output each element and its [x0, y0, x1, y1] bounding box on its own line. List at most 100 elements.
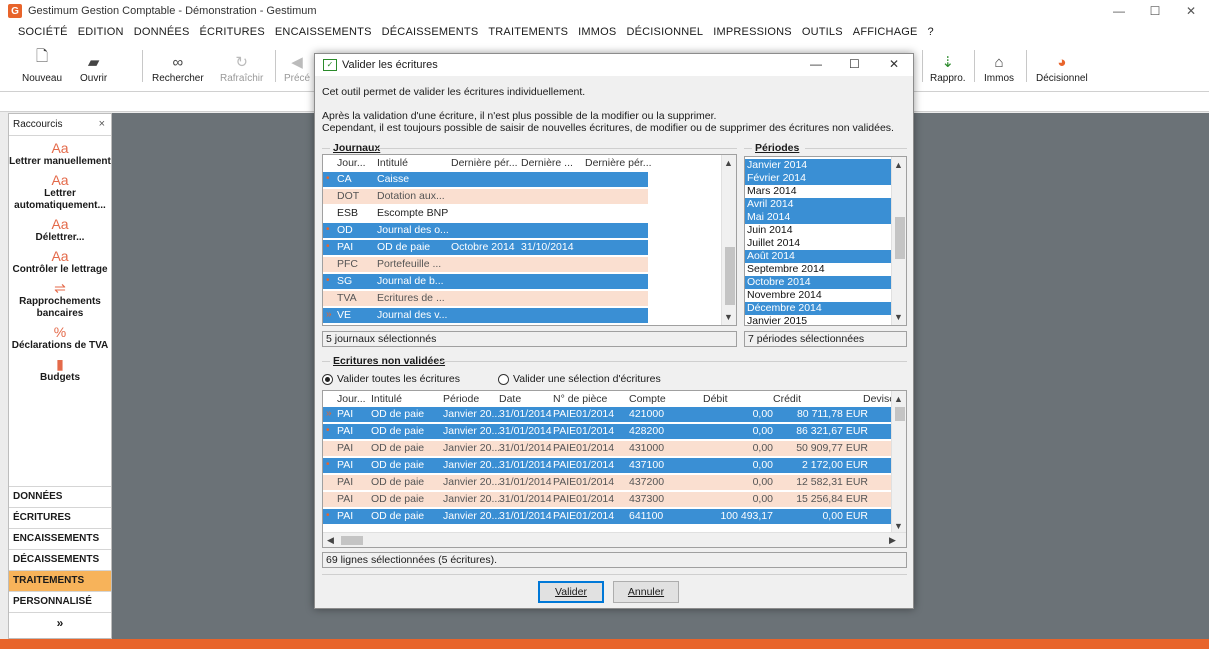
periode-item[interactable]: Septembre 2014	[745, 263, 892, 276]
column-header[interactable]: Période	[443, 393, 479, 405]
menu-item-10[interactable]: OUTILS	[802, 26, 843, 38]
column-header[interactable]: Crédit	[773, 393, 801, 405]
menu-item-3[interactable]: ÉCRITURES	[200, 26, 265, 38]
shortcut-item[interactable]: % Déclarations de TVA	[9, 325, 111, 352]
ecritures-hscrollbar[interactable]: ◀ ▶	[323, 532, 906, 547]
close-icon[interactable]: ×	[99, 118, 105, 130]
menu-item-11[interactable]: AFFICHAGE	[853, 26, 918, 38]
periode-item[interactable]: Avril 2014	[745, 198, 892, 211]
menu-item-7[interactable]: IMMOS	[578, 26, 616, 38]
shortcut-item[interactable]: Aa Lettrer automatiquement...	[9, 173, 111, 212]
dialog-close-button[interactable]: ✕	[889, 57, 899, 71]
journaux-scrollbar[interactable]: ▲ ▼	[721, 155, 736, 325]
menu-item-8[interactable]: DÉCISIONNEL	[626, 26, 703, 38]
close-button[interactable]: ✕	[1173, 2, 1209, 20]
journal-row[interactable]: • OD Journal des o...	[323, 223, 648, 238]
scroll-up-icon[interactable]: ▲	[894, 160, 903, 170]
minimize-button[interactable]: —	[1101, 2, 1137, 20]
table-row[interactable]: » PAI OD de paie Janvier 20... 31/01/2014 PAI…	[323, 407, 893, 422]
periode-item[interactable]: Novembre 2014	[745, 289, 892, 302]
journal-row[interactable]: • PAI OD de paie Octobre 2014 31/10/2014	[323, 240, 648, 255]
menu-item-2[interactable]: DONNÉES	[134, 26, 190, 38]
menu-item-6[interactable]: TRAITEMENTS	[488, 26, 568, 38]
column-header[interactable]: Intitulé	[371, 393, 402, 405]
column-header[interactable]: Dernière ...	[521, 157, 573, 169]
rafraichir-button[interactable]: ↻ Rafraîchir	[220, 46, 263, 88]
journal-row[interactable]: DOT Dotation aux...	[323, 189, 648, 204]
table-row[interactable]: PAI OD de paie Janvier 20... 31/01/2014 PAIE…	[323, 475, 893, 490]
nav-item[interactable]: DÉCAISSEMENTS	[9, 549, 111, 570]
periode-item[interactable]: Janvier 2014	[745, 159, 892, 172]
precedent-button[interactable]: ◀ Précé	[284, 46, 310, 88]
periode-item[interactable]: Décembre 2014	[745, 302, 892, 315]
menu-item-4[interactable]: ENCAISSEMENTS	[275, 26, 372, 38]
column-header[interactable]: N° de pièce	[553, 393, 607, 405]
table-row[interactable]: • PAI OD de paie Janvier 20... 31/01/2014 PAI…	[323, 509, 893, 524]
periode-item[interactable]: Octobre 2014	[745, 276, 892, 289]
periode-item[interactable]: Août 2014	[745, 250, 892, 263]
maximize-button[interactable]: ☐	[1137, 2, 1173, 20]
radio-valider-selection[interactable]: Valider une sélection d'écritures	[498, 373, 661, 385]
menu-item-5[interactable]: DÉCAISSEMENTS	[382, 26, 479, 38]
scroll-down-icon[interactable]: ▼	[894, 521, 903, 531]
table-row[interactable]: • PAI OD de paie Janvier 20... 31/01/2014 PAI…	[323, 424, 893, 439]
scroll-left-icon[interactable]: ◀	[327, 535, 334, 546]
scroll-thumb[interactable]	[895, 217, 905, 259]
column-header[interactable]: Intitulé	[377, 157, 408, 169]
ecritures-table[interactable]: Jour... Intitulé Période Date N° de pièce Com…	[322, 390, 907, 548]
column-header[interactable]: Jour...	[337, 393, 366, 405]
shortcut-item[interactable]: ⇌ Rapprochements bancaires	[9, 281, 111, 320]
menu-item-9[interactable]: IMPRESSIONS	[713, 26, 792, 38]
periode-item[interactable]: Juillet 2014	[745, 237, 892, 250]
scroll-down-icon[interactable]: ▼	[724, 312, 733, 322]
column-header[interactable]: Jour...	[337, 157, 366, 169]
scroll-up-icon[interactable]: ▲	[894, 394, 903, 404]
nav-item[interactable]: ENCAISSEMENTS	[9, 528, 111, 549]
journal-row[interactable]: TVA Ecritures de ...	[323, 291, 648, 306]
periodes-list[interactable]: Janvier 2014 Février 2014 Mars 2014 Avril 2…	[744, 156, 907, 326]
column-header[interactable]: Date	[499, 393, 521, 405]
rechercher-button[interactable]: ∞ Rechercher	[152, 46, 204, 88]
more-chevron-icon[interactable]: »	[9, 612, 111, 633]
scroll-up-icon[interactable]: ▲	[724, 158, 733, 168]
periode-item[interactable]: Mars 2014	[745, 185, 892, 198]
rappro-button[interactable]: ⇣ Rappro.	[930, 46, 966, 88]
journal-row[interactable]: PFC Portefeuille ...	[323, 257, 648, 272]
table-row[interactable]: PAI OD de paie Janvier 20... 31/01/2014 PAIE…	[323, 441, 893, 456]
ecritures-vscrollbar[interactable]: ▲ ▼	[891, 391, 906, 534]
journal-row[interactable]: ESB Escompte BNP	[323, 206, 648, 221]
table-row[interactable]: • PAI OD de paie Janvier 20... 31/01/2014 PAI…	[323, 458, 893, 473]
menu-item-12[interactable]: ?	[928, 26, 934, 38]
periode-item[interactable]: Mai 2014	[745, 211, 892, 224]
column-header[interactable]: Débit	[703, 393, 728, 405]
nav-item[interactable]: PERSONNALISÉ	[9, 591, 111, 612]
scroll-thumb[interactable]	[895, 407, 905, 421]
shortcut-item[interactable]: Aa Lettrer manuellement	[9, 141, 111, 168]
periode-item[interactable]: Juin 2014	[745, 224, 892, 237]
ouvrir-button[interactable]: ▰ Ouvrir	[80, 46, 107, 88]
shortcut-item[interactable]: Aa Délettrer...	[9, 217, 111, 244]
column-header[interactable]: Dernière pér...	[451, 157, 518, 169]
column-header[interactable]: Compte	[629, 393, 666, 405]
nouveau-button[interactable]: 🗋 Nouveau	[22, 46, 62, 88]
scroll-down-icon[interactable]: ▼	[894, 312, 903, 322]
shortcut-item[interactable]: Aa Contrôler le lettrage	[9, 249, 111, 276]
valider-button[interactable]: Valider	[538, 581, 604, 603]
immos-button[interactable]: ⌂ Immos	[984, 46, 1014, 88]
dialog-maximize-button[interactable]: ☐	[849, 57, 860, 71]
scroll-right-icon[interactable]: ▶	[889, 535, 896, 546]
decisionnel-button[interactable]: ◕ Décisionnel	[1036, 46, 1088, 88]
journal-row[interactable]: • SG Journal de b...	[323, 274, 648, 289]
table-row[interactable]: PAI OD de paie Janvier 20... 31/01/2014 PAIE…	[323, 492, 893, 507]
periode-item[interactable]: Février 2014	[745, 172, 892, 185]
journaux-list[interactable]: Jour... Intitulé Dernière pér... Dernière .…	[322, 154, 737, 326]
nav-item[interactable]: TRAITEMENTS	[9, 570, 111, 591]
annuler-button[interactable]: Annuler	[613, 581, 679, 603]
dialog-minimize-button[interactable]: —	[810, 57, 822, 71]
journal-row[interactable]: • CA Caisse	[323, 172, 648, 187]
radio-valider-toutes[interactable]: Valider toutes les écritures	[322, 373, 460, 385]
menu-item-1[interactable]: EDITION	[78, 26, 124, 38]
periodes-scrollbar[interactable]: ▲ ▼	[891, 157, 906, 325]
periode-item[interactable]: Janvier 2015	[745, 315, 892, 325]
scroll-thumb[interactable]	[341, 536, 363, 545]
